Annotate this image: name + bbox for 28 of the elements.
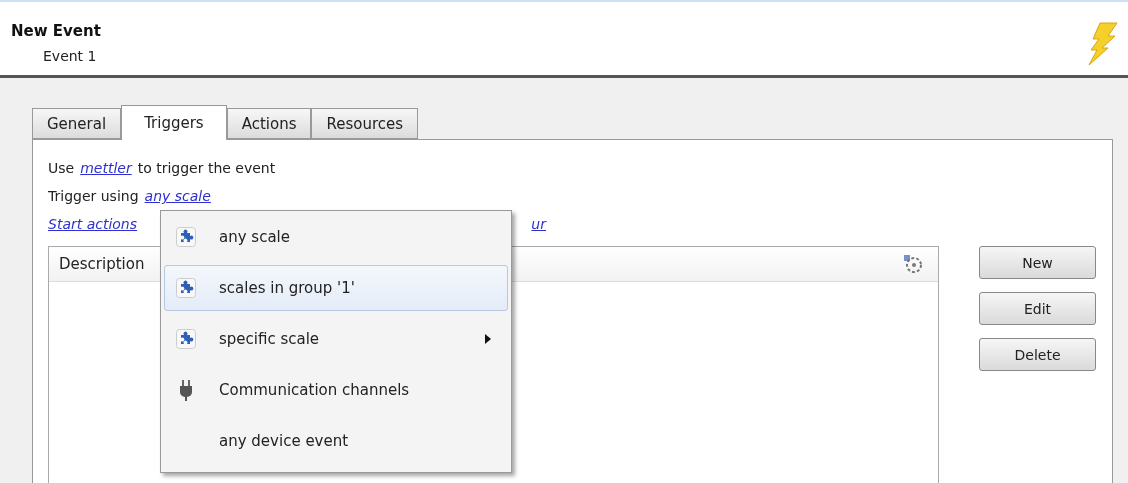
tab[interactable]: Triggers (121, 105, 227, 140)
puzzle-icon (176, 227, 196, 247)
lightning-icon (1086, 22, 1118, 66)
plug-icon (179, 379, 193, 401)
menu-item[interactable]: Communication channels (164, 367, 508, 413)
action-button[interactable]: Delete (979, 338, 1096, 371)
menu-item[interactable]: any device event (164, 418, 508, 464)
link[interactable]: any scale (144, 188, 211, 204)
action-button[interactable]: New (979, 246, 1096, 279)
tab[interactable]: Actions (226, 108, 312, 139)
menu-item[interactable]: any scale (164, 214, 508, 260)
tab[interactable]: Resources (311, 108, 419, 139)
action-button[interactable]: Edit (979, 292, 1096, 325)
link[interactable]: mettler (80, 160, 132, 176)
label-text: Trigger using (48, 188, 139, 204)
link[interactable]: ur (531, 216, 546, 232)
label-text: to trigger the event (137, 160, 276, 176)
label-text: Use (48, 160, 75, 176)
tab[interactable]: General (32, 108, 122, 139)
event-name: Event 1 (42, 48, 98, 64)
gear-icon[interactable] (903, 254, 923, 274)
puzzle-icon (176, 329, 196, 349)
puzzle-icon (176, 278, 196, 298)
menu-item[interactable]: scales in group '1' (164, 265, 508, 311)
menu-item[interactable]: specific scale (164, 316, 508, 362)
dialog-title: New Event (11, 22, 101, 40)
link[interactable]: Start actions (48, 216, 138, 232)
column-header: Description (59, 255, 145, 273)
